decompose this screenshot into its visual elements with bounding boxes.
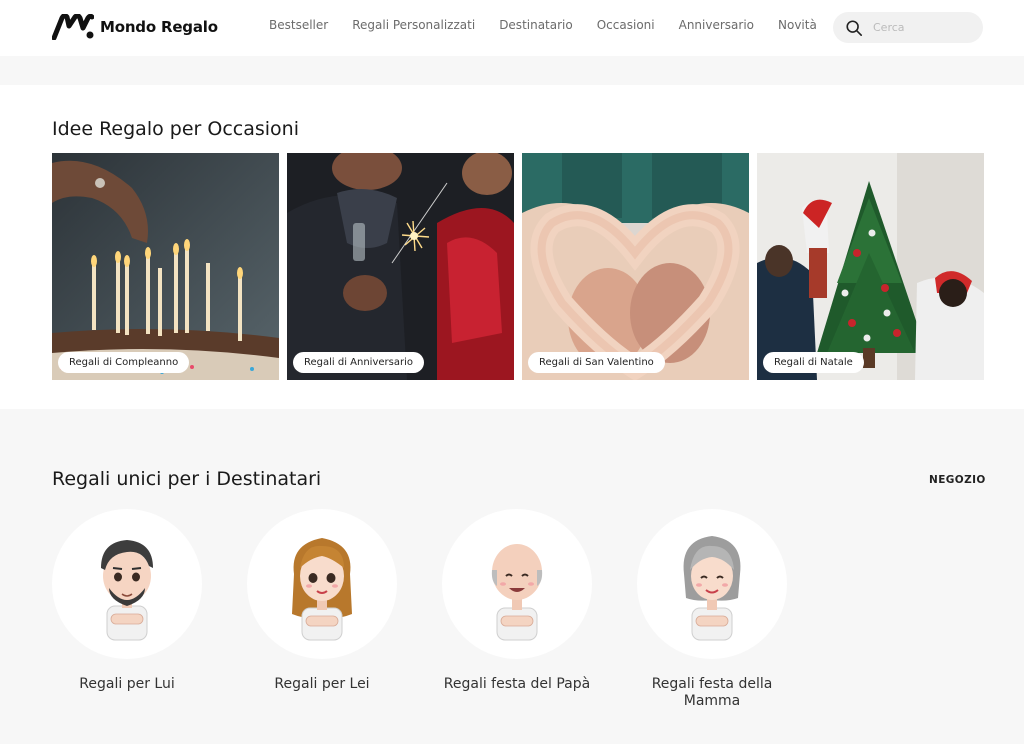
nav-item-regali-personalizzati[interactable]: Regali Personalizzati <box>352 18 475 32</box>
man-avatar-icon <box>101 540 153 641</box>
occasion-card-natale[interactable]: Regali di Natale <box>757 153 984 380</box>
shop-link[interactable]: NEGOZIO <box>929 474 986 486</box>
occasion-label: Regali di San Valentino <box>528 352 665 373</box>
recipient-label: Regali per Lei <box>274 676 370 692</box>
occasion-label: Regali di Compleanno <box>58 352 190 373</box>
site-header: Mondo Regalo Bestseller Regali Personali… <box>0 0 1024 56</box>
recipient-label: Regali festa della Mamma <box>651 676 773 709</box>
recipients-grid: Regali per Lui Regali per Lei Regali fes… <box>52 509 787 710</box>
search-input[interactable] <box>873 21 968 34</box>
occasion-label: Regali di Natale <box>763 352 864 373</box>
search-icon[interactable] <box>845 19 863 37</box>
main-nav: Bestseller Regali Personalizzati Destina… <box>269 18 841 32</box>
couple-sparkler-photo <box>287 153 514 380</box>
brand-logo[interactable]: Mondo Regalo <box>52 14 218 40</box>
dad-avatar-icon <box>491 544 543 641</box>
nav-item-novita[interactable]: Novità <box>778 18 817 32</box>
recipient-label: Regali per Lui <box>79 676 175 692</box>
nav-item-destinatario[interactable]: Destinatario <box>499 18 573 32</box>
recipients-title: Regali unici per i Destinatari <box>52 468 322 490</box>
recipient-item-lui[interactable]: Regali per Lui <box>52 509 202 710</box>
header-spacer-band <box>0 56 1024 85</box>
recipient-label: Regali festa del Papà <box>443 676 591 692</box>
recipient-avatar-circle <box>442 509 592 659</box>
recipient-item-lei[interactable]: Regali per Lei <box>247 509 397 710</box>
occasion-card-san-valentino[interactable]: Regali di San Valentino <box>522 153 749 380</box>
recipient-avatar-circle <box>52 509 202 659</box>
heart-hands-kiss-photo <box>522 153 749 380</box>
brand-name: Mondo Regalo <box>100 18 218 36</box>
recipient-item-mamma[interactable]: Regali festa della Mamma <box>637 509 787 710</box>
birthday-candles-photo <box>52 153 279 380</box>
search-box[interactable] <box>833 12 983 43</box>
occasion-card-compleanno[interactable]: Regali di Compleanno <box>52 153 279 380</box>
recipient-item-papa[interactable]: Regali festa del Papà <box>442 509 592 710</box>
nav-item-bestseller[interactable]: Bestseller <box>269 18 328 32</box>
occasions-grid: Regali di Compleanno Regali di Anniversa… <box>52 153 984 380</box>
logo-icon <box>52 14 94 40</box>
woman-avatar-icon <box>292 538 352 641</box>
mom-avatar-icon <box>683 536 741 641</box>
nav-item-occasioni[interactable]: Occasioni <box>597 18 655 32</box>
christmas-tree-family-photo <box>757 153 984 380</box>
occasion-card-anniversario[interactable]: Regali di Anniversario <box>287 153 514 380</box>
recipient-avatar-circle <box>247 509 397 659</box>
occasions-title: Idee Regalo per Occasioni <box>52 118 299 140</box>
occasion-label: Regali di Anniversario <box>293 352 424 373</box>
recipient-avatar-circle <box>637 509 787 659</box>
nav-item-anniversario[interactable]: Anniversario <box>679 18 754 32</box>
